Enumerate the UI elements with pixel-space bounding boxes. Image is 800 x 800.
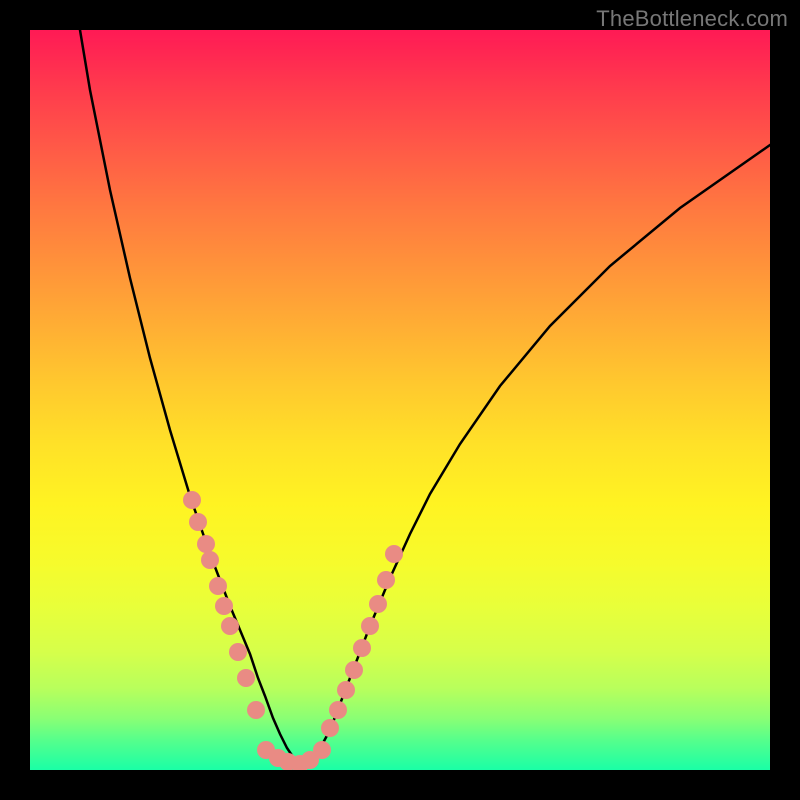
marker-highlight-left (209, 577, 227, 595)
marker-highlight-left (215, 597, 233, 615)
marker-highlight-left (197, 535, 215, 553)
marker-highlight-left (221, 617, 239, 635)
chart-plot-area (30, 30, 770, 770)
marker-highlight-right (361, 617, 379, 635)
marker-highlight-left (189, 513, 207, 531)
marker-highlight-left (201, 551, 219, 569)
marker-highlight-right (321, 719, 339, 737)
marker-highlight-right (369, 595, 387, 613)
marker-highlight-bottom (313, 741, 331, 759)
chart-svg (30, 30, 770, 770)
marker-highlight-right (329, 701, 347, 719)
chart-markers (183, 491, 403, 770)
marker-highlight-left (237, 669, 255, 687)
marker-highlight-left (229, 643, 247, 661)
marker-highlight-right (345, 661, 363, 679)
marker-highlight-right (337, 681, 355, 699)
watermark-text: TheBottleneck.com (596, 6, 788, 32)
chart-curve-line (80, 30, 770, 767)
marker-highlight-left (247, 701, 265, 719)
marker-highlight-right (385, 545, 403, 563)
marker-highlight-left (183, 491, 201, 509)
marker-highlight-right (377, 571, 395, 589)
marker-highlight-right (353, 639, 371, 657)
